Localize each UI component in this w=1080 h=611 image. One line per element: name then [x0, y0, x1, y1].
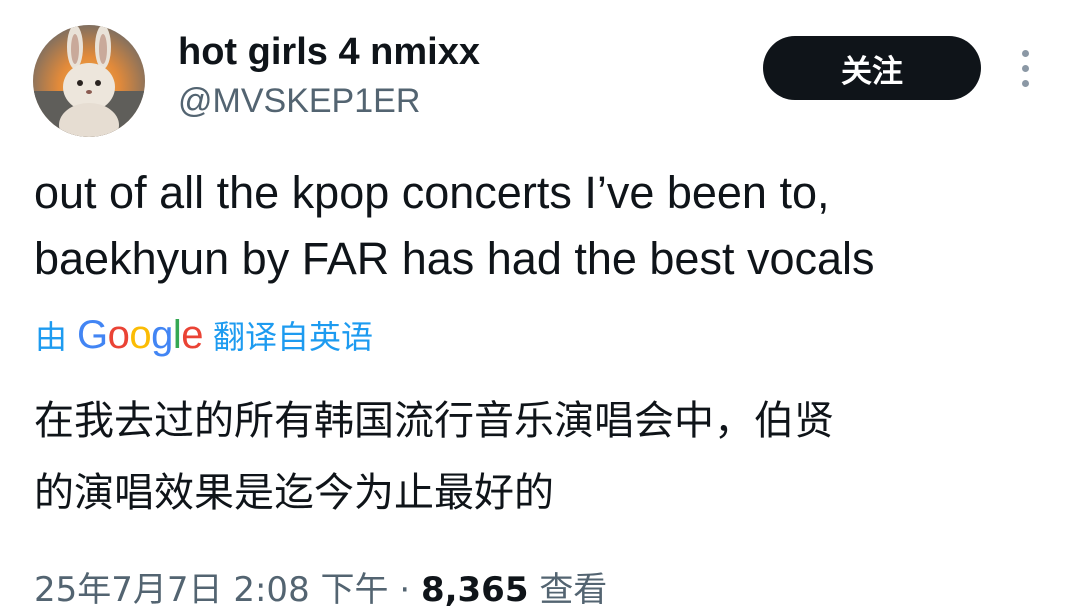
translated-text: 在我去过的所有韩国流行音乐演唱会中，伯贤 的演唱效果是迄今为止最好的	[34, 385, 1044, 529]
meta-separator: ·	[399, 570, 411, 610]
translation-attribution[interactable]: 由 Google 翻译自英语	[35, 312, 373, 358]
vertical-ellipsis-icon	[1021, 79, 1029, 87]
vertical-ellipsis-icon	[1021, 64, 1029, 72]
follow-button[interactable]: 关注	[763, 36, 981, 100]
translation-prefix: 由	[35, 318, 68, 356]
tweet-text-line: baekhyun by FAR has had the best vocals	[34, 233, 875, 284]
google-logo: Google	[77, 312, 204, 357]
more-options-button[interactable]	[1010, 46, 1040, 90]
translation-suffix: 翻译自英语	[213, 318, 374, 356]
avatar[interactable]	[33, 25, 145, 137]
tweet-text-line: out of all the kpop concerts I’ve been t…	[34, 167, 830, 218]
tweet-meta: 25年7月7日 2:08 下午 · 8,365 查看	[34, 562, 607, 611]
vertical-ellipsis-icon	[1021, 49, 1029, 57]
bunny-plush-avatar	[33, 25, 145, 137]
tweet-time[interactable]: 2:08 下午	[233, 570, 388, 610]
author-handle[interactable]: @MVSKEP1ER	[178, 80, 420, 122]
translated-text-line: 在我去过的所有韩国流行音乐演唱会中，伯贤	[34, 398, 834, 444]
views-label: 查看	[539, 570, 608, 610]
tweet-date[interactable]: 25年7月7日	[34, 570, 223, 610]
tweet-text: out of all the kpop concerts I’ve been t…	[34, 160, 1054, 292]
author-display-name[interactable]: hot girls 4 nmixx	[178, 30, 480, 74]
translated-text-line: 的演唱效果是迄今为止最好的	[34, 470, 554, 516]
views-count: 8,365	[420, 570, 529, 610]
